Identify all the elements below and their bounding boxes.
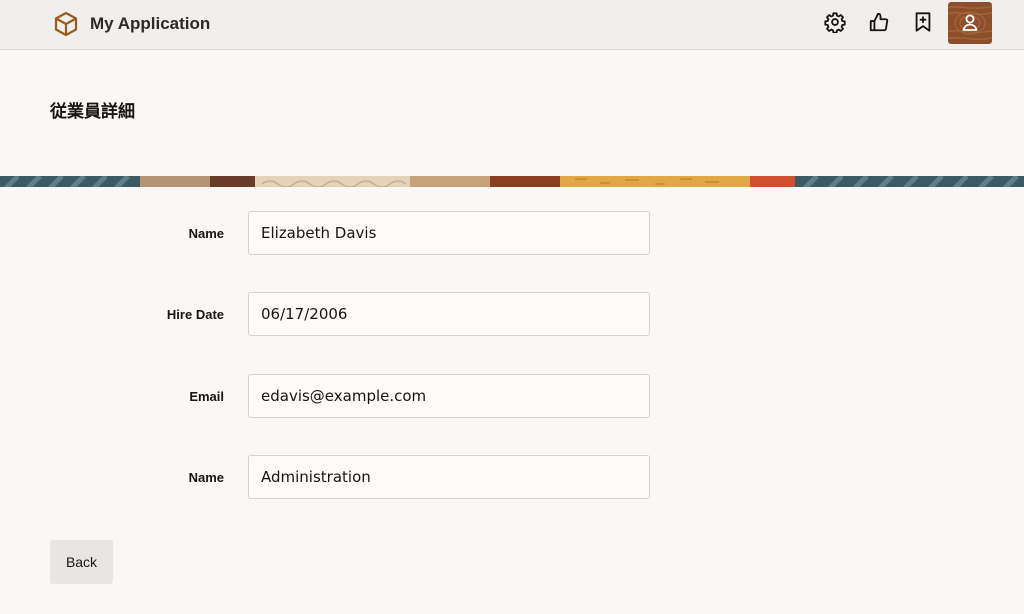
thumbs-up-icon <box>868 11 890 38</box>
form-row-email: Email <box>0 374 1024 418</box>
department-label: Name <box>188 470 224 485</box>
app-title: My Application <box>90 14 211 33</box>
form-row-hire-date: Hire Date <box>0 292 1024 336</box>
department-field[interactable] <box>248 455 650 499</box>
form-row-name: Name <box>0 211 1024 255</box>
user-avatar[interactable] <box>948 2 992 44</box>
bookmark-button[interactable] <box>907 8 939 40</box>
hire-date-field[interactable] <box>248 292 650 336</box>
feedback-button[interactable] <box>863 8 895 40</box>
decorative-banner <box>0 175 1024 187</box>
name-field[interactable] <box>248 211 650 255</box>
form-row-department: Name <box>0 455 1024 499</box>
name-label: Name <box>188 226 224 241</box>
settings-button[interactable] <box>819 8 851 40</box>
settings-icon <box>824 11 846 38</box>
hire-date-label: Hire Date <box>166 307 224 322</box>
bookmark-add-icon <box>912 11 934 38</box>
page-title: 従業員詳細 <box>50 102 135 122</box>
app-logo-icon <box>52 10 80 38</box>
back-button[interactable]: Back <box>50 540 113 584</box>
email-label: Email <box>189 389 224 404</box>
email-field[interactable] <box>248 374 650 418</box>
app-header: My Application <box>0 0 1024 50</box>
